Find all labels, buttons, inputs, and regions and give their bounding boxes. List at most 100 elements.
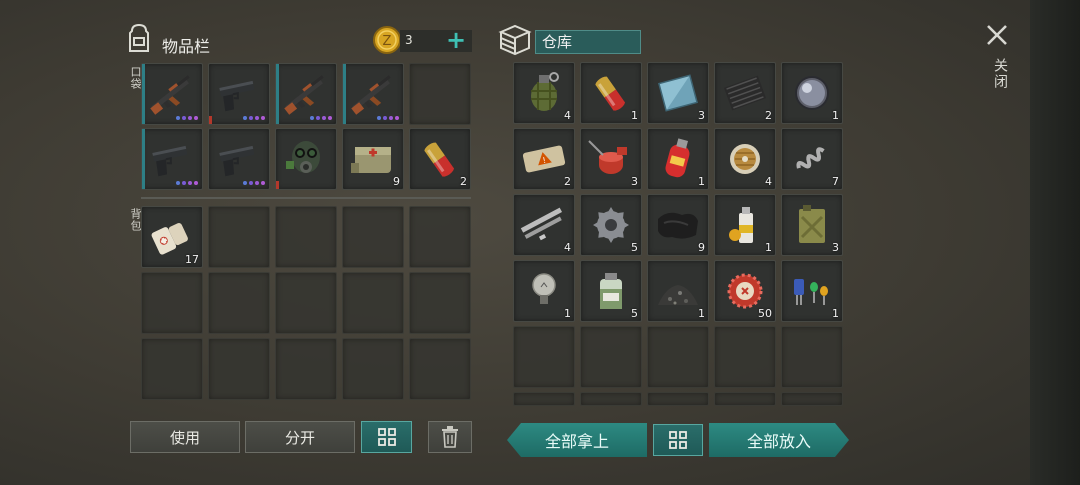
- item-count: 9: [393, 175, 400, 188]
- warehouse-slot[interactable]: 1: [647, 260, 709, 322]
- warehouse-slot[interactable]: 7: [781, 128, 843, 190]
- split-button[interactable]: 分开: [245, 421, 355, 453]
- inventory-title: 物品栏: [162, 37, 211, 56]
- item-count: 1: [832, 109, 839, 122]
- item-count: 4: [564, 109, 571, 122]
- warehouse-slot[interactable]: [714, 392, 776, 406]
- pistol-icon: [219, 145, 255, 177]
- grid-sort-icon: [377, 428, 396, 446]
- backpack-slot[interactable]: [275, 272, 337, 334]
- backpack-slot[interactable]: [208, 338, 270, 400]
- durability-bar: [142, 64, 145, 124]
- warehouse-slot[interactable]: 1: [647, 128, 709, 190]
- warehouse-slot[interactable]: 50: [714, 260, 776, 322]
- item-count: 3: [631, 175, 638, 188]
- backpack-slot[interactable]: [275, 206, 337, 268]
- warehouse-slot[interactable]: 9: [647, 194, 709, 256]
- item-count: 50: [758, 307, 772, 320]
- warehouse-slot[interactable]: [781, 392, 843, 406]
- backpack-slot[interactable]: [275, 338, 337, 400]
- pocket-slot[interactable]: [342, 63, 404, 125]
- backpack-slot[interactable]: 17: [141, 206, 203, 268]
- item-count: 1: [564, 307, 571, 320]
- backpack-slot[interactable]: [208, 272, 270, 334]
- warehouse-slot[interactable]: 3: [781, 194, 843, 256]
- warehouse-slot[interactable]: [513, 392, 575, 406]
- warehouse-icon: [497, 22, 533, 56]
- trash-icon: [442, 426, 458, 448]
- backpack-slot[interactable]: [141, 338, 203, 400]
- item-count: 3: [832, 241, 839, 254]
- trash-button[interactable]: [428, 421, 472, 453]
- warehouse-slot[interactable]: 1: [513, 260, 575, 322]
- item-count: 17: [185, 253, 199, 266]
- warehouse-slot[interactable]: 4: [513, 194, 575, 256]
- warehouse-slot[interactable]: [580, 392, 642, 406]
- warehouse-slot[interactable]: 3: [647, 62, 709, 124]
- take-all-button[interactable]: 全部拿上: [507, 423, 647, 457]
- item-count: 7: [832, 175, 839, 188]
- inventory-sort-button[interactable]: [361, 421, 412, 453]
- backpack-slot[interactable]: [342, 206, 404, 268]
- warehouse-slot[interactable]: [647, 326, 709, 388]
- item-count: 2: [765, 109, 772, 122]
- pocket-slot[interactable]: [208, 63, 270, 125]
- pocket-slot[interactable]: [208, 128, 270, 190]
- backpack-slot[interactable]: [208, 206, 270, 268]
- close-button[interactable]: 关闭: [984, 22, 1014, 102]
- pocket-slot[interactable]: [141, 63, 203, 125]
- item-count: 1: [832, 307, 839, 320]
- warehouse-slot[interactable]: [647, 392, 709, 406]
- warehouse-sort-button[interactable]: [653, 424, 703, 456]
- warehouse-slot[interactable]: 5: [580, 260, 642, 322]
- close-icon: [987, 25, 1007, 45]
- warehouse-slot[interactable]: 5: [580, 194, 642, 256]
- pocket-slot[interactable]: 2: [409, 128, 471, 190]
- backpack-slot[interactable]: [409, 206, 471, 268]
- warehouse-slot[interactable]: 1: [781, 260, 843, 322]
- use-button[interactable]: 使用: [130, 421, 240, 453]
- warehouse-slot[interactable]: 2: [714, 62, 776, 124]
- take-all-label: 全部拿上: [544, 432, 609, 451]
- warehouse-slot[interactable]: 1: [714, 194, 776, 256]
- warehouse-slot[interactable]: [714, 326, 776, 388]
- inventory-divider: [141, 197, 471, 199]
- backpack-slot[interactable]: [141, 272, 203, 334]
- warehouse-slot[interactable]: 4: [714, 128, 776, 190]
- item-count: 1: [765, 241, 772, 254]
- item-count: 1: [698, 175, 705, 188]
- rarity-dots: [176, 116, 198, 120]
- item-count: 4: [765, 175, 772, 188]
- rarity-dots: [176, 181, 198, 185]
- assault-rifle-icon: [150, 75, 190, 115]
- warehouse-slot[interactable]: 1: [580, 62, 642, 124]
- backpack-slot[interactable]: [342, 338, 404, 400]
- put-all-button[interactable]: 全部放入: [709, 423, 849, 457]
- item-count: 5: [631, 307, 638, 320]
- durability-bar: [142, 129, 145, 189]
- backpack-slot[interactable]: [342, 272, 404, 334]
- pocket-slot[interactable]: 9: [342, 128, 404, 190]
- warehouse-slot[interactable]: [513, 326, 575, 388]
- warehouse-slot[interactable]: 3: [580, 128, 642, 190]
- add-coins-button[interactable]: +: [446, 28, 468, 52]
- backpack-slot[interactable]: [409, 272, 471, 334]
- warehouse-slot[interactable]: 1: [781, 62, 843, 124]
- warehouse-slot[interactable]: [781, 326, 843, 388]
- pocket-slot[interactable]: [275, 128, 337, 190]
- backpack-slot[interactable]: [409, 338, 471, 400]
- pocket-slot[interactable]: [275, 63, 337, 125]
- item-count: 9: [698, 241, 705, 254]
- durability-low-bar: [276, 181, 279, 189]
- rarity-dots: [243, 116, 265, 120]
- pocket-slot[interactable]: [141, 128, 203, 190]
- pocket-slot[interactable]: [409, 63, 471, 125]
- rarity-dots: [310, 116, 332, 120]
- rarity-dots: [377, 116, 399, 120]
- durability-bar: [276, 64, 279, 124]
- item-count: 2: [564, 175, 571, 188]
- warehouse-slot[interactable]: ! 2: [513, 128, 575, 190]
- warehouse-slot[interactable]: 4: [513, 62, 575, 124]
- item-count: 2: [460, 175, 467, 188]
- warehouse-slot[interactable]: [580, 326, 642, 388]
